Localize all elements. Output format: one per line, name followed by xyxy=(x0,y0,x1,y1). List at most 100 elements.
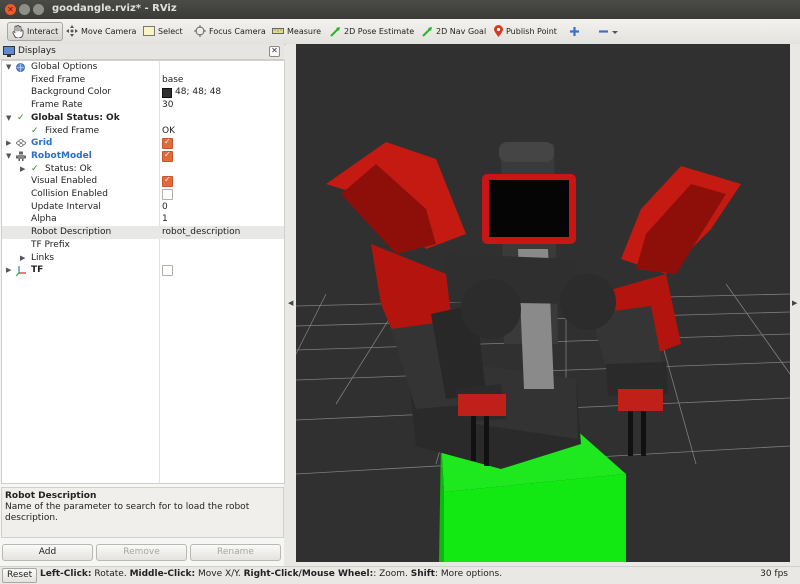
displays-title: Displays xyxy=(18,46,56,56)
alpha-value[interactable]: 1 xyxy=(162,213,168,226)
measure-tool-button[interactable]: Measure xyxy=(272,22,321,40)
tree-row-robot-description[interactable]: Robot Description robot_description xyxy=(2,226,284,239)
displays-panel: Displays ✕ ▼ Global Options Fixed Frame … xyxy=(0,44,285,566)
status-bar: Reset Left-Click: Rotate. Middle-Click: … xyxy=(0,566,800,584)
tree-row-fixed-frame-status[interactable]: ✓ Fixed Frame OK xyxy=(2,125,284,138)
move-camera-tool-button[interactable]: Move Camera xyxy=(66,22,136,40)
remove-button[interactable]: Remove xyxy=(96,544,187,561)
minus-dropdown-icon xyxy=(599,29,618,34)
tree-row-grid[interactable]: ▶ Grid xyxy=(2,136,284,150)
tree-row-visual-enabled[interactable]: Visual Enabled xyxy=(2,174,284,188)
collapse-arrow-icon[interactable]: ▶ xyxy=(6,137,11,150)
checkbox-checked[interactable] xyxy=(162,149,173,162)
checkbox-checked[interactable] xyxy=(162,174,173,188)
collapse-arrow-icon[interactable]: ▶ xyxy=(20,163,25,176)
grid-icon xyxy=(16,139,26,148)
tree-row-tf[interactable]: ▶ TF xyxy=(2,264,284,277)
alpha-text: 1 xyxy=(162,214,168,225)
robot-scene xyxy=(296,142,790,562)
tree-row-tf-prefix[interactable]: TF Prefix xyxy=(2,239,284,252)
window-title: goodangle.rviz* - RViz xyxy=(52,3,177,14)
tree-row-frame-rate[interactable]: Frame Rate 30 xyxy=(2,99,284,112)
tree-row-alpha[interactable]: Alpha 1 xyxy=(2,213,284,226)
collapse-arrow-icon[interactable]: ▶ xyxy=(6,264,11,277)
displays-panel-header: Displays ✕ xyxy=(0,44,284,60)
map-pin-icon xyxy=(494,25,503,37)
remove-tool-menu-button[interactable] xyxy=(598,22,620,40)
tree-row-fixed-frame[interactable]: Fixed Frame base xyxy=(2,74,284,87)
tf-label: TF xyxy=(31,265,44,276)
interact-label: Interact xyxy=(27,27,59,36)
rename-button[interactable]: Rename xyxy=(190,544,281,561)
visual-enabled-checkbox[interactable] xyxy=(162,174,173,188)
fixed-frame-value[interactable]: base xyxy=(162,74,183,87)
green-arrow-icon xyxy=(422,26,432,37)
globe-icon xyxy=(16,63,25,72)
expand-arrow-icon[interactable]: ▼ xyxy=(6,150,11,163)
color-swatch-icon xyxy=(162,87,172,98)
status-hint: Left-Click: Rotate. Middle-Click: Move X… xyxy=(40,569,502,579)
left-dock-collapse-handle[interactable]: ◀ xyxy=(286,44,296,562)
minimize-window-icon[interactable] xyxy=(19,4,30,15)
grid-enable-checkbox[interactable] xyxy=(162,136,173,150)
visual-enabled-label: Visual Enabled xyxy=(31,176,98,187)
select-label: Select xyxy=(158,26,183,36)
robot-description-value[interactable]: robot_description xyxy=(162,226,240,239)
close-panel-icon[interactable]: ✕ xyxy=(269,46,280,57)
tf-prefix-label: TF Prefix xyxy=(31,239,70,250)
maximize-window-icon[interactable] xyxy=(33,4,44,15)
robot-description-label: Robot Description xyxy=(31,227,112,238)
frame-rate-value[interactable]: 30 xyxy=(162,99,173,112)
update-interval-label: Update Interval xyxy=(31,201,101,212)
check-icon: ✓ xyxy=(31,163,39,174)
focus-camera-tool-button[interactable]: Focus Camera xyxy=(194,22,266,40)
move-camera-icon xyxy=(66,25,78,37)
right-dock-collapse-handle[interactable]: ▶ xyxy=(790,44,800,562)
hint-middle-click-text: Move X/Y. xyxy=(195,569,244,579)
collapse-left-arrow-icon[interactable]: ◀ xyxy=(288,299,293,307)
plus-icon xyxy=(570,26,579,36)
tree-row-global-options[interactable]: ▼ Global Options xyxy=(2,61,284,74)
interact-tool-button[interactable]: Interact xyxy=(7,22,64,41)
tree-row-update-interval[interactable]: Update Interval 0 xyxy=(2,201,284,214)
expand-arrow-icon[interactable]: ▼ xyxy=(6,61,11,74)
update-interval-value[interactable]: 0 xyxy=(162,201,168,214)
title-bar: ✕ goodangle.rviz* - RViz xyxy=(0,0,800,19)
hint-shift: Shift xyxy=(410,569,435,579)
nav-goal-tool-button[interactable]: 2D Nav Goal xyxy=(422,22,486,40)
tree-row-background-color[interactable]: Background Color 48; 48; 48 xyxy=(2,86,284,99)
close-window-icon[interactable]: ✕ xyxy=(5,4,16,15)
select-tool-button[interactable]: Select xyxy=(143,22,183,40)
check-icon: ✓ xyxy=(31,125,39,136)
render-viewport[interactable] xyxy=(296,44,790,562)
add-button[interactable]: Add xyxy=(2,544,93,561)
tree-row-links[interactable]: ▶ Links xyxy=(2,252,284,265)
checkbox-unchecked[interactable] xyxy=(162,189,173,200)
reset-button[interactable]: Reset xyxy=(2,568,38,583)
background-color-value[interactable]: 48; 48; 48 xyxy=(162,86,221,99)
global-options-label: Global Options xyxy=(31,62,98,72)
tf-enable-checkbox[interactable] xyxy=(162,264,173,277)
tree-row-global-status[interactable]: ▼ ✓ Global Status: Ok xyxy=(2,112,284,125)
tree-row-status[interactable]: ▶ ✓ Status: Ok xyxy=(2,163,284,176)
publish-point-label: Publish Point xyxy=(506,26,557,36)
fixed-frame-text: base xyxy=(162,74,184,85)
hint-right-click: Right-Click/Mouse Wheel: xyxy=(243,569,374,579)
focus-camera-label: Focus Camera xyxy=(209,26,266,36)
publish-point-tool-button[interactable]: Publish Point xyxy=(494,22,557,40)
collapse-right-arrow-icon[interactable]: ▶ xyxy=(792,299,797,307)
ruler-icon xyxy=(272,28,284,34)
robot-model-enable-checkbox[interactable] xyxy=(162,149,173,162)
tree-row-robot-model[interactable]: ▼ RobotModel xyxy=(2,149,284,163)
expand-arrow-icon[interactable]: ▼ xyxy=(6,112,11,125)
collapse-arrow-icon[interactable]: ▶ xyxy=(20,252,25,265)
pose-estimate-tool-button[interactable]: 2D Pose Estimate xyxy=(330,22,414,40)
checkbox-unchecked[interactable] xyxy=(162,265,173,277)
hint-middle-click: Middle-Click: xyxy=(129,569,196,579)
tree-row-collision-enabled[interactable]: Collision Enabled xyxy=(2,188,284,201)
collision-enabled-label: Collision Enabled xyxy=(31,189,108,199)
add-tool-button[interactable] xyxy=(569,22,580,40)
measure-label: Measure xyxy=(287,26,321,36)
collision-enabled-checkbox[interactable] xyxy=(162,188,173,200)
checkbox-checked[interactable] xyxy=(162,136,173,150)
